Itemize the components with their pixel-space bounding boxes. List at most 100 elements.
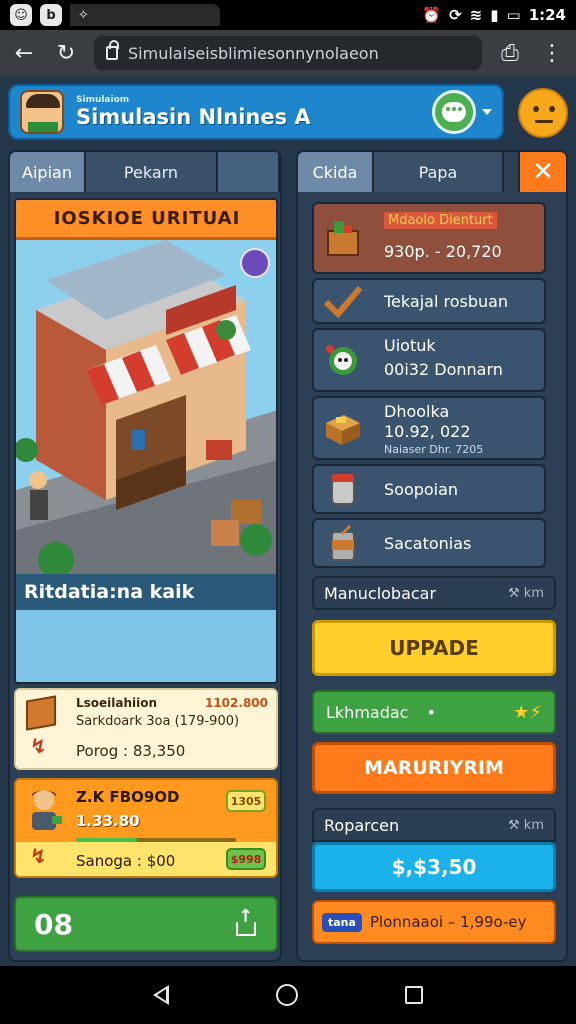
sync-icon: ⟳ — [449, 6, 462, 24]
rapport-row-label: Roparcen — [324, 815, 400, 835]
chevron-down-icon[interactable] — [482, 109, 492, 115]
card1-bottom: Porog : 83,350 — [76, 742, 186, 760]
manual-row[interactable]: Manuclobacar ⚒ km — [312, 576, 556, 610]
mood-face-icon[interactable] — [518, 88, 568, 138]
left-tabs: Aipian Pekarn — [10, 152, 280, 192]
close-button[interactable]: ✕ — [518, 152, 566, 192]
left-panel: Aipian Pekarn IOSKIOE URITUAI Ritdatia:n… — [8, 150, 282, 962]
header-subtitle: Simulaiom — [76, 95, 130, 105]
promo-text: Plonnaaoi – 1,99o-ey — [369, 913, 527, 931]
manual-row-right: ⚒ km — [508, 585, 544, 601]
upgrade-button[interactable]: UPPADE — [312, 620, 556, 676]
left-bottom-bar[interactable]: 08 — [14, 896, 278, 952]
game-page: Simulaiom Simulasin Nlnines A Aipian Pek… — [0, 76, 576, 966]
card2-value: 1.33.80 — [76, 812, 140, 830]
green-row-dot: • — [426, 702, 436, 722]
item4-title: Dhoolka — [384, 402, 450, 421]
browser-toolbar: ← ↻ Simulaiseisblimiesonnynolaeon ⎙ ⋮ — [0, 30, 576, 76]
url-field[interactable]: Simulaiseisblimiesonnynolaeon — [94, 36, 482, 70]
crate-icon — [26, 695, 56, 731]
tab-empty[interactable] — [218, 152, 280, 192]
card2-bottom-text: Sanoga : $00 — [76, 852, 176, 870]
list-item[interactable]: Mdaolo Dienturt 930p. - 20,720 — [312, 202, 546, 274]
shop-scene-illustration — [16, 240, 276, 574]
list-item[interactable]: Soopoian — [312, 464, 546, 514]
item2-title: Tekajal rosbuan — [384, 292, 509, 311]
shop-card[interactable]: IOSKIOE URITUAI Ritdatia:na kaik — [14, 198, 278, 684]
item4-sub: 10.92, 022 — [384, 422, 471, 441]
status-bar: ☺ b ✧ ⏰ ⟳ ≋ ▮ ▭ 1:24 — [0, 0, 576, 30]
upload-icon[interactable] — [234, 906, 258, 936]
card1-detail: Sarkdoark 3oa (179-900) — [76, 714, 240, 729]
promo-tag: tana — [322, 912, 362, 932]
chat-button[interactable] — [432, 90, 476, 134]
rapport-row-right: ⚒ km — [508, 817, 544, 833]
android-nav-bar — [0, 966, 576, 1024]
shop-footer-title: Ritdatia:na kaik — [16, 574, 276, 610]
card1-title: Lsoeilahiion — [76, 696, 158, 710]
card2-pill-top[interactable]: 1305 — [226, 790, 266, 812]
card2-progress-bar — [76, 838, 236, 842]
price-button[interactable]: $,$3,50 — [312, 842, 556, 892]
back-icon[interactable] — [153, 985, 170, 1005]
box-icon — [327, 221, 359, 256]
share-icon[interactable]: ⎙ — [496, 39, 524, 67]
lock-icon — [106, 40, 119, 60]
card2-title: Z.K FBO9OD — [76, 788, 180, 806]
menu-dots-icon[interactable]: ⋮ — [538, 39, 566, 67]
checkmark-icon — [323, 286, 363, 319]
tab-pekarn[interactable]: Pekarn — [86, 152, 218, 192]
list-item[interactable]: Tekajal rosbuan — [312, 278, 546, 324]
promo-banner[interactable]: tana Plonnaaoi – 1,99o-ey — [312, 900, 556, 944]
card2-progress-fill — [76, 838, 137, 842]
rapport-row[interactable]: Roparcen ⚒ km — [312, 808, 556, 842]
game-header: Simulaiom Simulasin Nlnines A — [8, 84, 504, 140]
alarm-icon: ⏰ — [422, 6, 442, 24]
card1-price: 1102.800 — [204, 696, 268, 710]
item6-title: Sacatonias — [384, 534, 472, 553]
badge-icon[interactable] — [240, 248, 270, 278]
green-row-label: Lkhmadac — [326, 702, 409, 722]
home-icon[interactable] — [275, 984, 298, 1006]
card2-pill-bottom[interactable]: $998 — [226, 848, 266, 870]
wifi-icon: ≋ — [469, 6, 483, 24]
green-action-row[interactable]: Lkhmadac • ★⚡ — [312, 690, 556, 734]
item3-title: Uiotuk — [384, 336, 436, 355]
trend-down-icon: ↯ — [30, 734, 47, 758]
signal-icon: ▮ — [490, 6, 499, 24]
recents-icon[interactable] — [404, 986, 423, 1004]
face-icon: ☺ — [10, 4, 32, 26]
chat-bubble-icon — [442, 102, 466, 122]
orange-action-button[interactable]: MARURIYRIM — [312, 742, 556, 794]
info-card-1[interactable]: ↯ Lsoeilahiion 1102.800 Sarkdoark 3oa (1… — [14, 688, 278, 770]
list-item[interactable]: Dhoolka 10.92, 022 Naiaser Dhr. 7205 — [312, 396, 546, 460]
item5-title: Soopoian — [384, 480, 459, 499]
star-bolt-icon: ★⚡ — [513, 701, 542, 723]
back-arrow-icon[interactable]: ← — [10, 39, 38, 67]
tab-papa[interactable]: Papa — [374, 152, 504, 192]
b-icon: b — [40, 4, 62, 26]
tab-aipian[interactable]: Aipian — [10, 152, 86, 192]
list-item[interactable]: Uiotuk 00i32 Donnarn — [312, 328, 546, 392]
person-icon — [32, 790, 62, 830]
item4-tiny: Naiaser Dhr. 7205 — [384, 443, 484, 456]
info-card-2[interactable]: Z.K FBO9OD 1.33.80 1305 ↯ Sanoga : $00 $… — [14, 778, 278, 878]
item1-sub: 930p. - 20,720 — [384, 242, 502, 261]
list-item[interactable]: Sacatonias — [312, 518, 546, 568]
manual-row-label: Manuclobacar — [324, 583, 437, 603]
item3-sub: 00i32 Donnarn — [384, 360, 503, 379]
clock: 1:24 — [528, 6, 566, 24]
tab-ckida[interactable]: Ckida — [298, 152, 374, 192]
header-title: Simulasin Nlnines A — [76, 105, 311, 129]
left-bottom-value: 08 — [34, 907, 73, 941]
jar-icon — [331, 474, 355, 505]
crate-goods-icon — [326, 415, 360, 445]
reload-icon[interactable]: ↻ — [52, 39, 80, 67]
right-panel: Ckida Papa ✕ Mdaolo Dienturt 930p. - 20,… — [296, 150, 568, 962]
shop-banner: IOSKIOE URITUAI — [16, 200, 276, 240]
plant-mascot-icon — [326, 345, 357, 375]
battery-icon: ▭ — [506, 6, 521, 24]
can-icon — [331, 524, 355, 561]
avatar[interactable] — [20, 90, 64, 134]
url-text: Simulaiseisblimiesonnynolaeon — [128, 43, 379, 63]
